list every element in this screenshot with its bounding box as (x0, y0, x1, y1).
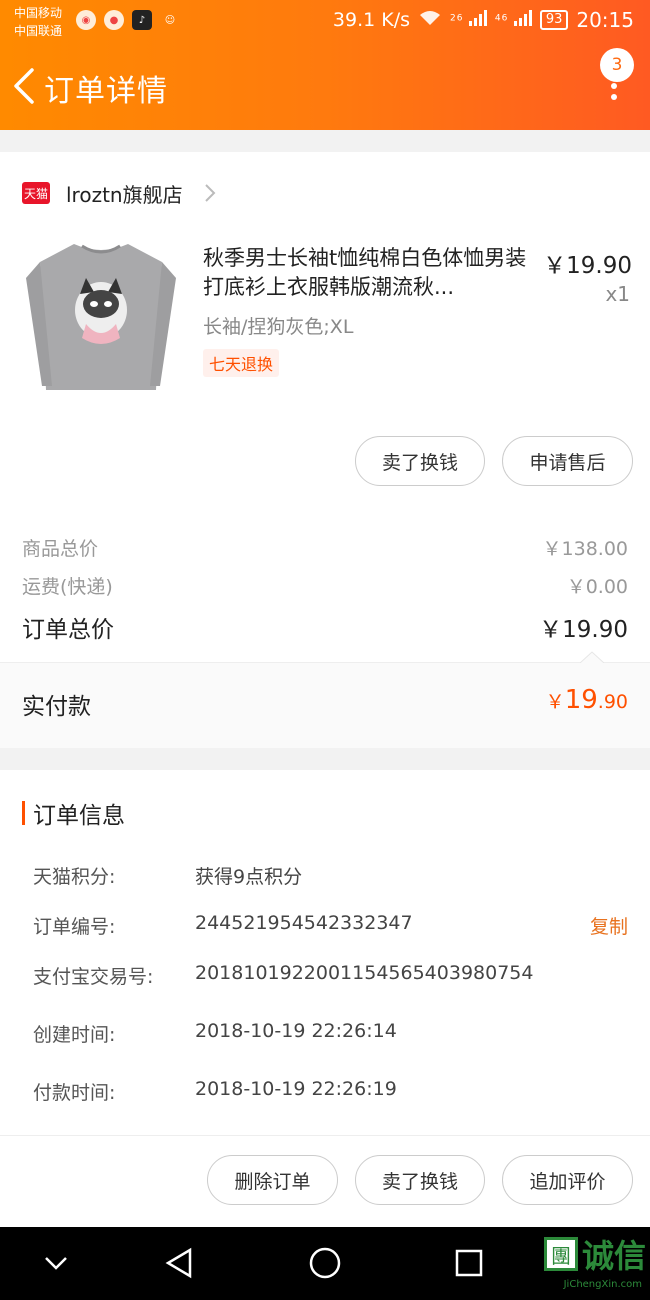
signal-1-label: 26 (450, 13, 464, 24)
order-total-label: 订单总价 (22, 617, 114, 643)
actual-payment-box: 实付款 ￥19.90 (0, 651, 650, 748)
status-right: 39.1 K/s 26 46 93 20:15 (333, 8, 634, 32)
created-time-label: 创建时间: (33, 1024, 116, 1046)
nav-collapse-icon[interactable] (38, 1245, 74, 1281)
copy-order-number-link[interactable]: 复制 (590, 912, 628, 939)
watermark-box: 團 (543, 1237, 578, 1271)
qq-icon: ☺ (164, 14, 176, 26)
app-notification-icon: ● (104, 10, 124, 30)
sell-for-cash-button-bottom[interactable]: 卖了换钱 (355, 1155, 485, 1205)
section-accent-bar (22, 801, 25, 825)
battery-icon: 93 (539, 10, 569, 30)
weibo-icon: ◉ (76, 10, 96, 30)
paid-time-value: 2018-10-19 22:26:19 (195, 1078, 397, 1100)
return-policy-tag: 七天退换 (203, 349, 280, 377)
goods-total-label: 商品总价 (22, 538, 99, 560)
paid-currency: ￥ (545, 691, 565, 713)
tmall-icon: 天猫 (22, 182, 50, 204)
product-sku: 长袖/捏狗灰色;XL (203, 316, 354, 338)
nav-home-icon[interactable] (307, 1245, 343, 1281)
wifi-icon (418, 9, 442, 32)
page-title: 订单详情 (44, 74, 168, 109)
goods-total-value: ￥138.00 (542, 538, 628, 560)
paid-label: 实付款 (22, 694, 91, 720)
shop-name: lroztn旗舰店 (66, 182, 183, 207)
add-review-button[interactable]: 追加评价 (502, 1155, 633, 1205)
paid-integer: 19 (564, 685, 598, 715)
system-nav-bar: 團 诚信 JiChengXin.com (0, 1227, 650, 1300)
paid-time-label: 付款时间: (33, 1082, 116, 1104)
order-total-value: ￥19.90 (539, 617, 628, 643)
shipping-label: 运费(快递) (22, 576, 113, 598)
nav-back-icon[interactable] (162, 1245, 198, 1281)
shipping-value: ￥0.00 (566, 576, 628, 598)
back-icon[interactable] (10, 66, 38, 106)
signal-1-icon: 26 (450, 10, 487, 30)
caret-up-icon (580, 651, 604, 663)
order-product-card: 天猫 lroztn旗舰店 秋季男士长袖t恤纯棉白色体恤男装打底衫上衣服韩版潮流秋… (0, 152, 650, 748)
signal-2-icon: 46 (495, 10, 532, 30)
divider (0, 1135, 650, 1136)
carrier-1: 中国移动 (14, 6, 63, 20)
order-info-title: 订单信息 (33, 803, 125, 829)
order-info-header: 订单信息 (22, 796, 125, 830)
alipay-trade-label: 支付宝交易号: (33, 966, 154, 988)
app-header: 中国移动 中国联通 ◉ ● ♪ ☺ 39.1 K/s 26 46 93 20:1… (0, 0, 650, 130)
status-bar: 中国移动 中国联通 ◉ ● ♪ ☺ 39.1 K/s 26 46 93 20:1… (0, 0, 650, 44)
nav-recents-icon[interactable] (451, 1245, 487, 1281)
product-price: ￥19.90 (543, 253, 632, 279)
order-number-label: 订单编号: (33, 916, 116, 938)
notification-icons: ◉ ● ♪ ☺ (76, 10, 180, 30)
delete-order-button[interactable]: 删除订单 (207, 1155, 338, 1205)
shop-row[interactable]: 天猫 lroztn旗舰店 (22, 178, 217, 208)
watermark-logo: 團 诚信 (543, 1231, 646, 1277)
watermark-subtext: JiChengXin.com (563, 1279, 642, 1290)
alipay-trade-value: 2018101922001154565403980754 (195, 962, 534, 984)
product-quantity: x1 (605, 282, 630, 306)
points-label: 天猫积分: (33, 866, 116, 888)
order-info-card: 订单信息 天猫积分: 获得9点积分 订单编号: 2445219545423323… (0, 770, 650, 1227)
after-sale-button[interactable]: 申请售后 (502, 436, 633, 486)
signal-2-label: 46 (494, 13, 509, 24)
net-speed: 39.1 K/s (332, 9, 410, 31)
paid-decimal: .90 (597, 691, 628, 713)
created-time-value: 2018-10-19 22:26:14 (195, 1020, 397, 1042)
carrier-2: 中国联通 (14, 24, 63, 38)
product-image[interactable] (22, 238, 180, 398)
product-title[interactable]: 秋季男士长袖t恤纯棉白色体恤男装打底衫上衣服韩版潮流秋... (203, 244, 533, 302)
watermark-text: 诚信 (581, 1237, 646, 1275)
tiktok-icon: ♪ (132, 10, 152, 30)
clock: 20:15 (576, 8, 634, 32)
sell-for-cash-button[interactable]: 卖了换钱 (355, 436, 485, 486)
more-menu-icon[interactable] (604, 72, 624, 108)
chevron-right-icon (204, 184, 216, 202)
paid-value: ￥19.90 (546, 685, 628, 715)
order-number-value: 244521954542332347 (195, 912, 413, 934)
carrier-info: 中国移动 中国联通 (14, 4, 62, 40)
points-value: 获得9点积分 (195, 866, 303, 888)
